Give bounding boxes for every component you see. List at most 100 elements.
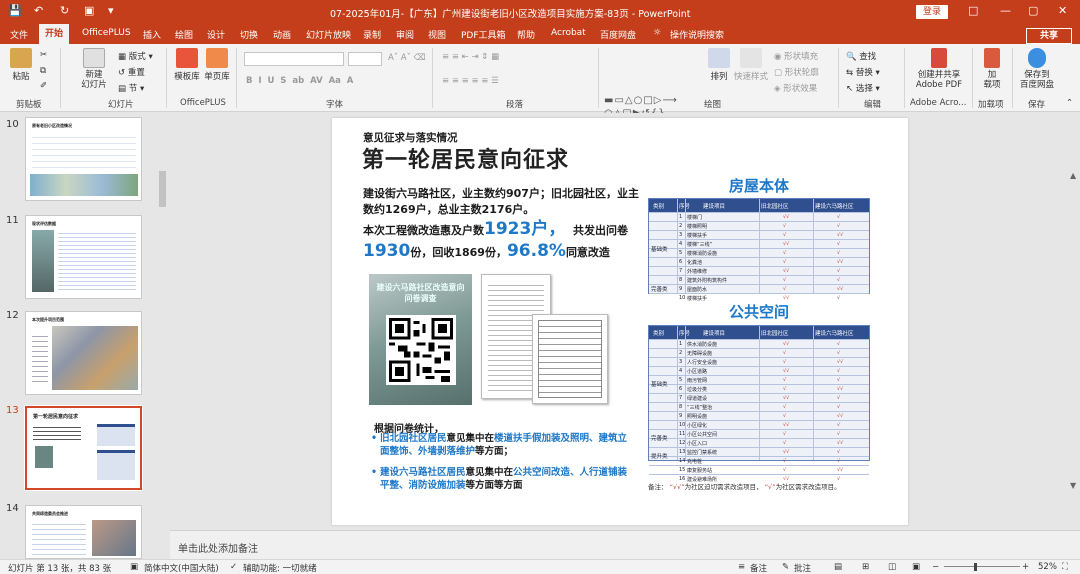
table-cell-check: √ (837, 395, 841, 401)
slide-thumbnail-14[interactable]: 共同缔造委员会推进 (25, 505, 142, 559)
table-cell-item: 康复服务站 (687, 468, 713, 474)
tab-animations[interactable]: 动画 (273, 28, 291, 41)
notes-button[interactable]: 备注 (750, 562, 767, 574)
thumbnail-scrollbar[interactable] (157, 113, 168, 559)
save-icon[interactable]: 💾 (8, 4, 22, 17)
table-cell-check: √ (783, 413, 787, 419)
redo-icon[interactable]: ↻ (60, 4, 69, 17)
tab-transitions[interactable]: 切换 (240, 28, 258, 41)
close-icon[interactable]: ✕ (1058, 4, 1067, 17)
ribbon-display-icon[interactable]: □ (968, 4, 978, 17)
tab-slideshow[interactable]: 幻灯片放映 (306, 28, 351, 41)
notes-pane[interactable]: 单击此处添加备注 (170, 530, 1080, 559)
tab-record[interactable]: 录制 (363, 28, 381, 41)
quick-styles-button[interactable]: 快速样式 (734, 48, 768, 82)
font-family-input[interactable] (244, 52, 344, 66)
login-button[interactable]: 登录 (916, 5, 948, 19)
copy-icon[interactable]: ⧉ (40, 66, 46, 76)
reading-view-icon[interactable]: ◫ (888, 562, 896, 572)
replace-button[interactable]: ⇆ 替换 ▾ (846, 66, 880, 78)
zoom-slider-thumb[interactable] (974, 563, 977, 571)
minimize-icon[interactable]: — (1000, 4, 1011, 17)
new-slide-button[interactable]: 新建 幻灯片 (80, 48, 108, 90)
accessibility-icon[interactable]: ✓ (230, 562, 237, 572)
normal-view-icon[interactable]: ▤ (834, 562, 842, 572)
tab-design[interactable]: 设计 (207, 28, 225, 41)
collapse-ribbon-icon[interactable]: ⌃ (1066, 98, 1073, 108)
zoom-out-icon[interactable]: − (932, 562, 939, 572)
tell-me-search[interactable]: 操作说明搜索 (670, 28, 724, 41)
single-page-lib-button[interactable]: 单页库 (204, 48, 230, 82)
table-cell-check: √ (837, 295, 841, 301)
table-header-cell: 建设项目 (703, 331, 726, 337)
adobe-pdf-button[interactable]: 创建并共享 Adobe PDF (912, 48, 966, 90)
select-button[interactable]: ↖ 选择 ▾ (846, 82, 880, 94)
shape-fill-button[interactable]: ◉ 形状填充 (774, 50, 818, 62)
slide-thumbnail-13[interactable]: 第一轮居民意向征求 (24, 405, 143, 491)
paste-button[interactable]: 粘贴 (8, 48, 34, 82)
tab-baidu[interactable]: 百度网盘 (600, 28, 636, 41)
zoom-level[interactable]: 52% (1038, 562, 1057, 572)
thumb-title: 第一轮居民意向征求 (33, 414, 79, 420)
qr-code (386, 315, 456, 385)
table-cell-item: 屋面防水 (687, 287, 708, 293)
table-cell-item: 监控门禁系统 (687, 450, 718, 456)
maximize-icon[interactable]: ▢ (1028, 4, 1038, 17)
current-slide[interactable]: 意见征求与落实情况 第一轮居民意向征求 建设街六马路社区，业主数约907户；旧北… (332, 118, 908, 525)
table-cell-index: 1 (679, 214, 683, 220)
shape-outline-button[interactable]: ▢ 形状轮廓 (774, 66, 819, 78)
share-button[interactable]: 共享 (1026, 28, 1072, 44)
tab-file[interactable]: 文件 (10, 28, 28, 41)
arrange-button[interactable]: 排列 (706, 48, 732, 82)
zoom-in-icon[interactable]: + (1022, 562, 1029, 572)
slide-scrollbar[interactable]: ▲ ▼ (1068, 113, 1080, 530)
tab-insert[interactable]: 插入 (143, 28, 161, 41)
layout-button[interactable]: ▦ 版式 ▾ (118, 50, 153, 62)
table-cell-index: 7 (679, 268, 683, 274)
comments-icon[interactable]: ✎ (782, 562, 789, 572)
list-buttons[interactable]: ≡ ≡ ⇤ ⇥ ⇕ ▦ (442, 52, 499, 62)
baidu-save-button[interactable]: 保存到 百度网盘 (1016, 48, 1058, 90)
tab-view[interactable]: 视图 (428, 28, 446, 41)
notes-icon[interactable]: ≡ (738, 562, 745, 572)
find-button[interactable]: 🔍 查找 (846, 50, 876, 62)
undo-icon[interactable]: ↶ (34, 4, 43, 17)
format-painter-icon[interactable]: ✐ (40, 81, 47, 91)
tab-draw[interactable]: 绘图 (175, 28, 193, 41)
table-cell-index: 3 (679, 359, 683, 365)
section-button[interactable]: ▤ 节 ▾ (118, 82, 144, 94)
slide-thumbnail-11[interactable]: 现状评估数据 (25, 215, 142, 299)
tab-pdf-toolbox[interactable]: PDF工具箱 (461, 28, 506, 41)
zoom-slider[interactable] (944, 566, 1020, 567)
table-cell-item: 无障碍设施 (687, 351, 713, 357)
slide-thumbnail-10[interactable]: 原有老旧小区改造情况 (25, 117, 142, 201)
slide-thumbnail-12[interactable]: 本次提升项目范围 (25, 311, 142, 395)
table-cell-item: 垃圾分类 (687, 387, 708, 393)
slideshow-icon[interactable]: ▣ (912, 562, 920, 572)
tab-home[interactable]: 开始 (39, 24, 70, 44)
accessibility-status[interactable]: 辅助功能: 一切就绪 (243, 562, 317, 574)
table-cell-check: √√ (837, 359, 844, 365)
cut-icon[interactable]: ✂ (40, 50, 47, 60)
language-status[interactable]: 简体中文(中国大陆) (144, 562, 219, 574)
shape-effects-button[interactable]: ◈ 形状效果 (774, 82, 817, 94)
font-format-buttons[interactable]: B I U S ab AV Aa A (246, 76, 353, 86)
addins-button[interactable]: 加 载项 (978, 48, 1006, 90)
template-lib-button[interactable]: 模板库 (174, 48, 200, 82)
proofing-icon[interactable]: ▣ (130, 562, 138, 572)
tab-review[interactable]: 审阅 (396, 28, 414, 41)
present-icon[interactable]: ▣ (84, 4, 94, 17)
group-label-slides: 幻灯片 (108, 100, 134, 110)
comments-button[interactable]: 批注 (794, 562, 811, 574)
tab-officeplus[interactable]: OfficePLUS (82, 28, 131, 38)
tab-help[interactable]: 帮助 (517, 28, 535, 41)
notes-placeholder[interactable]: 单击此处添加备注 (178, 540, 258, 555)
customize-qat-icon[interactable]: ▾ (108, 4, 114, 17)
grow-font-icon[interactable]: Aˆ Aˇ ⌫ (388, 53, 426, 63)
font-size-input[interactable] (348, 52, 382, 66)
slide-sorter-icon[interactable]: ⊞ (862, 562, 869, 572)
tab-acrobat[interactable]: Acrobat (551, 28, 586, 38)
reset-button[interactable]: ↺ 重置 (118, 66, 145, 78)
fit-slide-icon[interactable]: ⛶ (1062, 562, 1068, 572)
align-buttons[interactable]: ≡ ≡ ≡ ≡ ≡ ☰ (442, 76, 499, 86)
